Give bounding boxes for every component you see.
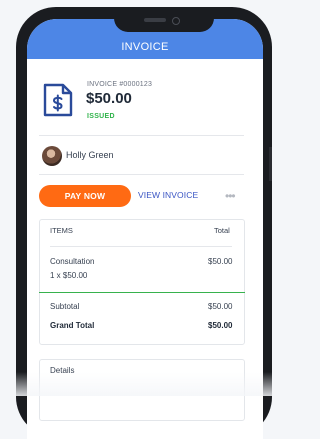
status-badge: ISSUED	[87, 113, 115, 120]
subtotal-label: Subtotal	[50, 302, 80, 311]
grand-total-value: $50.00	[208, 321, 233, 330]
phone-side-button	[269, 147, 272, 181]
items-column-header: ITEMS	[50, 226, 73, 235]
view-invoice-link[interactable]: VIEW INVOICE	[138, 190, 198, 200]
pay-now-button[interactable]: PAY NOW	[39, 185, 131, 207]
invoice-number: INVOICE #0000123	[87, 81, 153, 88]
grand-total-label: Grand Total	[50, 321, 95, 330]
line-item-name: Consultation	[50, 257, 95, 266]
invoice-amount: $50.00	[86, 90, 132, 107]
bottom-fade	[0, 372, 272, 396]
subtotal-divider	[39, 292, 245, 293]
front-camera	[172, 17, 180, 25]
subtotal-value: $50.00	[208, 302, 233, 311]
header-divider	[50, 246, 232, 247]
more-dots-icon[interactable]: •••	[225, 190, 236, 202]
app-bar-title: INVOICE	[121, 41, 169, 53]
divider	[39, 174, 244, 175]
invoice-dollar-icon	[43, 83, 73, 117]
line-item-total: $50.00	[208, 257, 233, 266]
phone-notch	[114, 12, 214, 32]
line-item-detail: 1 x $50.00	[50, 271, 88, 280]
divider	[39, 135, 244, 136]
customer-name: Holly Green	[66, 150, 114, 160]
total-column-header: Total	[214, 226, 230, 235]
speaker-grille	[144, 18, 166, 22]
avatar	[42, 146, 62, 166]
